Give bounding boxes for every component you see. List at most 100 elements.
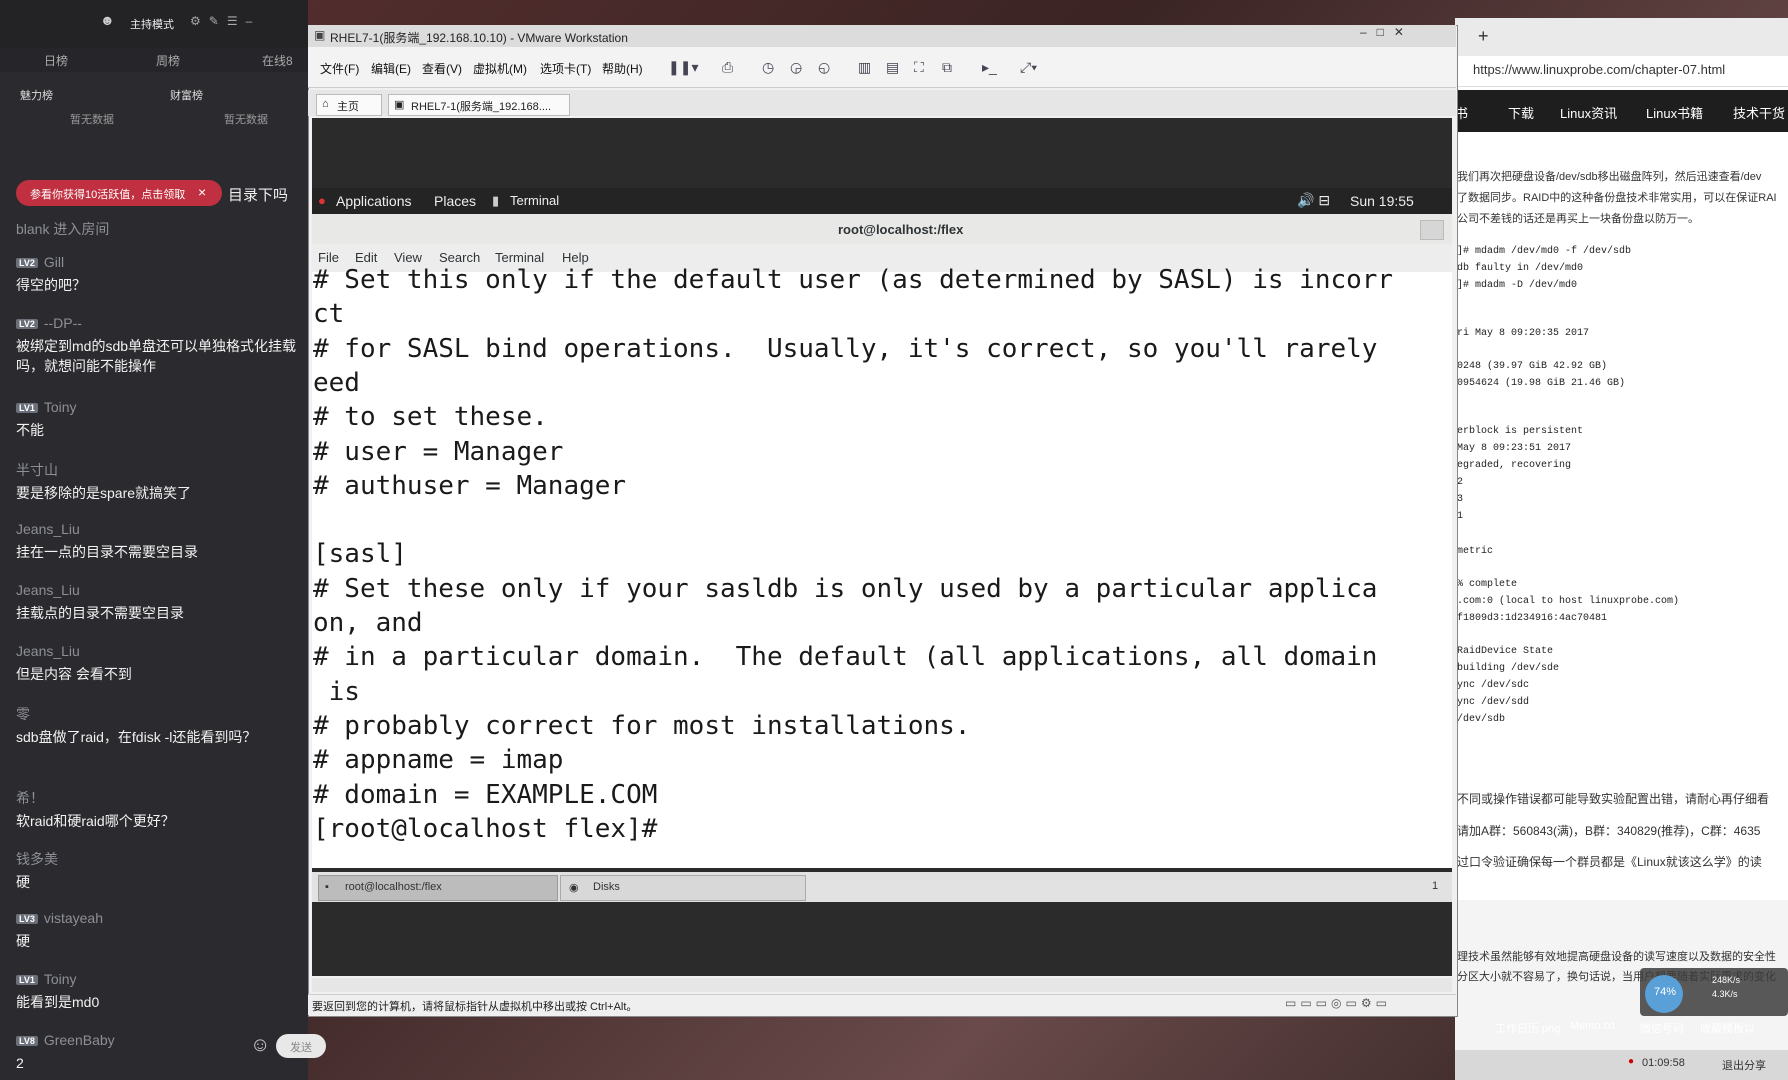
fullscreen-icon[interactable]: ⛶ <box>914 59 924 76</box>
chat-username[interactable]: Jeans_Liu <box>16 582 80 598</box>
chat-username[interactable]: Jeans_Liu <box>16 521 80 537</box>
code-line: /dev/sdb <box>1457 714 1506 725</box>
terminal-line: # for SASL bind operations. Usually, it'… <box>313 333 1378 364</box>
host-mode-label[interactable]: 主持模式 <box>130 16 174 32</box>
chat-username[interactable]: Toiny <box>44 399 77 415</box>
workspace-indicator[interactable]: 1 <box>1432 880 1438 892</box>
terminal-line: # Set these only if your sasldb is only … <box>313 573 1378 604</box>
desktop-icon-calendar[interactable]: 工作日历.png <box>1495 1020 1560 1036</box>
terminal-close-button[interactable] <box>1420 220 1444 240</box>
chat-message-text: 得空的吧？ <box>16 277 86 293</box>
gnome-top-bar <box>312 188 1452 214</box>
emoji-icon[interactable]: ☺ <box>250 1034 270 1057</box>
snapshot-manager-icon[interactable]: ◵ <box>818 59 830 76</box>
desktop-icon-memo[interactable]: Memo.txt <box>1570 1020 1615 1032</box>
chat-message: LV1 Toiny 不能 <box>16 399 306 440</box>
article-line: 公司不差钱的话还是再买上一块备份盘以防万一。 <box>1457 213 1699 225</box>
pause-icon[interactable]: ❚❚▾ <box>668 59 699 76</box>
taskbar-terminal[interactable]: ▪ root@localhost:/flex <box>318 875 558 901</box>
applications-menu[interactable]: Applications <box>336 193 412 209</box>
nav-item-tech[interactable]: 技术干货 <box>1733 103 1785 122</box>
places-menu[interactable]: Places <box>434 193 476 209</box>
chat-message: Jeans_Liu 挂在一点的目录不需要空目录 <box>16 521 306 562</box>
chat-window-controls[interactable]: ⚙✎☰– <box>190 14 260 28</box>
chat-message-text: 挂在一点的目录不需要空目录 <box>16 544 198 560</box>
desktop-icon-templates[interactable]: 收藏模板以 <box>1700 1020 1755 1036</box>
close-icon[interactable]: × <box>198 184 206 200</box>
menu-file[interactable]: 文件(F) <box>320 60 359 77</box>
charm-rank-empty: 暂无数据 <box>70 114 114 126</box>
terminal-line: # probably correct for most installation… <box>313 710 971 741</box>
level-badge: LV2 <box>16 318 38 329</box>
send-ctrl-alt-del-icon[interactable]: ⎙ <box>722 59 733 76</box>
chat-message: LV2 Gill 得空的吧？ <box>16 254 306 295</box>
code-line: ync /dev/sdc <box>1457 680 1530 691</box>
taskbar-disks[interactable]: ◉ Disks <box>560 875 806 901</box>
chat-username[interactable]: 半寸山 <box>16 462 58 478</box>
terminal-app-menu[interactable]: Terminal <box>510 193 559 208</box>
tab-weekly[interactable]: 周榜 <box>156 52 180 69</box>
terminal-line: # domain = EXAMPLE.COM <box>313 779 658 810</box>
chat-username[interactable]: vistayeah <box>44 910 103 926</box>
article-footer-line: 不同或操作错误都可能导致实验配置出错，请耐心再仔细看 <box>1457 792 1770 806</box>
chat-message-header: Jeans_Liu <box>16 582 306 600</box>
sidebar-toggle-icon[interactable]: ▥ <box>858 59 871 76</box>
term-menu-view[interactable]: View <box>394 250 422 265</box>
chat-username[interactable]: Gill <box>44 254 64 270</box>
nav-item-linux-news[interactable]: Linux资讯 <box>1560 103 1617 122</box>
tab-daily[interactable]: 日榜 <box>44 52 68 69</box>
nav-item-linux-books[interactable]: Linux书籍 <box>1646 103 1703 122</box>
chat-message-text: 不能 <box>16 422 44 438</box>
desktop-icon-wechat[interactable]: 微信号码 <box>1640 1020 1684 1036</box>
charm-rank-label[interactable]: 魅力榜 <box>20 87 53 103</box>
chat-message: 希！ 软raid和硬raid哪个更好？ <box>16 788 306 831</box>
terminal-line: # authuser = Manager <box>313 470 627 501</box>
chat-message-header: Jeans_Liu <box>16 643 306 661</box>
level-badge: LV1 <box>16 402 38 413</box>
term-menu-search[interactable]: Search <box>439 250 480 265</box>
menu-edit[interactable]: 编辑(E) <box>371 60 411 77</box>
chat-username[interactable]: Jeans_Liu <box>16 643 80 659</box>
vmware-app-icon: ▣ <box>314 28 326 42</box>
chat-username[interactable]: 希！ <box>16 790 44 806</box>
menu-tabs[interactable]: 选项卡(T) <box>540 60 591 77</box>
chat-username[interactable]: 钱多美 <box>16 851 58 867</box>
menu-view[interactable]: 查看(V) <box>422 60 462 77</box>
term-menu-file[interactable]: File <box>318 250 339 265</box>
new-tab-icon[interactable]: + <box>1478 26 1489 47</box>
term-menu-terminal[interactable]: Terminal <box>495 250 544 265</box>
unity-icon[interactable]: ⧉ <box>942 59 952 76</box>
tab-vm[interactable]: ▣ RHEL7-1(服务端_192.168.... <box>388 94 570 116</box>
thumbnail-bar-icon[interactable]: ▤ <box>886 59 899 76</box>
terminal-line: on, and <box>313 608 423 638</box>
tab-online[interactable]: 在线8 <box>262 52 293 69</box>
term-menu-edit[interactable]: Edit <box>355 250 377 265</box>
chat-username[interactable]: 零 <box>16 706 30 722</box>
chat-message-header: 半寸山 <box>16 460 306 480</box>
console-icon[interactable]: ▸_ <box>982 59 997 76</box>
usage-percent: 74% <box>1654 986 1677 998</box>
snapshot-icon[interactable]: ◷ <box>762 59 774 76</box>
code-line: RaidDevice State <box>1457 646 1554 657</box>
stretch-icon[interactable]: ⤢▾ <box>1020 59 1037 76</box>
clock[interactable]: Sun 19:55 <box>1350 193 1414 209</box>
nav-item-download[interactable]: 下载 <box>1508 103 1534 122</box>
horizontal-scrollbar[interactable] <box>312 978 1452 992</box>
device-status-icons[interactable]: ▭▭▭◎▭⚙▭ <box>1285 996 1391 1010</box>
terminal-line: # in a particular domain. The default (a… <box>313 642 1378 673</box>
address-url[interactable]: https://www.linuxprobe.com/chapter-07.ht… <box>1473 62 1725 77</box>
tab-home[interactable]: ⌂ 主页 <box>316 94 382 116</box>
home-icon: ⌂ <box>322 98 329 110</box>
menu-help[interactable]: 帮助(H) <box>602 60 643 77</box>
chat-username[interactable]: --DP-- <box>44 315 82 331</box>
chat-username[interactable]: GreenBaby <box>44 1032 115 1048</box>
term-menu-help[interactable]: Help <box>562 250 589 265</box>
snapshot-restore-icon[interactable]: ◶ <box>790 59 802 76</box>
menu-vm[interactable]: 虚拟机(M) <box>473 60 527 77</box>
window-controls[interactable]: –□✕ <box>1360 25 1414 39</box>
code-line: .com:0 (local to host linuxprobe.com) <box>1457 596 1680 607</box>
system-status-icons[interactable]: 🔊 ⊟ <box>1297 192 1330 209</box>
wealth-rank-label[interactable]: 财富榜 <box>170 87 203 103</box>
chat-username[interactable]: Toiny <box>44 971 77 987</box>
exit-share-button[interactable]: 退出分享 <box>1722 1057 1766 1073</box>
